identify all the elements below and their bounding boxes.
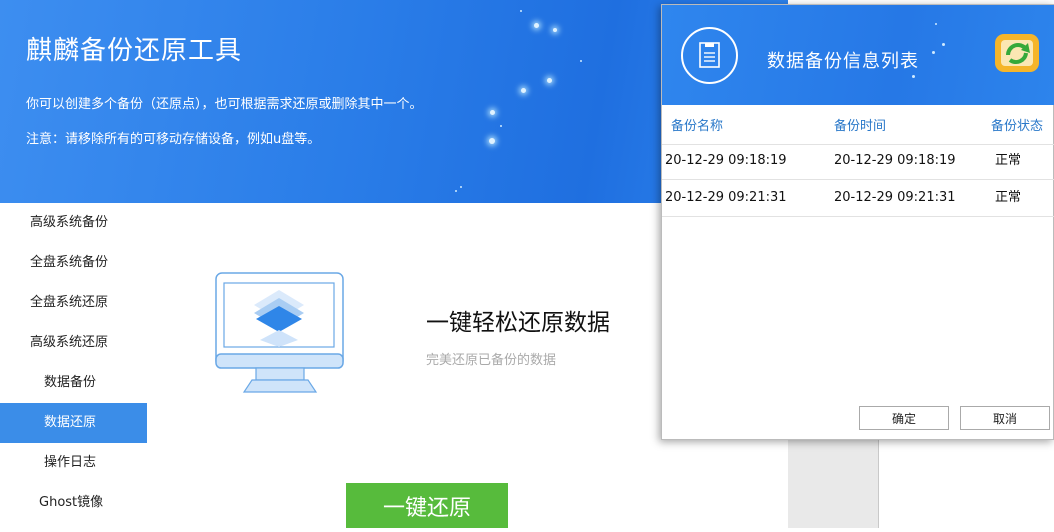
sparkle — [580, 60, 582, 62]
column-header-time: 备份时间 — [834, 119, 887, 134]
sidebar-item-ghost-image[interactable]: Ghost镜像 — [0, 483, 147, 523]
sparkle — [490, 110, 495, 115]
sparkle — [942, 43, 945, 46]
document-icon — [681, 27, 738, 84]
table-row[interactable]: 20-12-29 09:18:19 20-12-29 09:18:19 正常 — [662, 142, 1054, 180]
sparkle — [534, 23, 539, 28]
sidebar-item-full-restore[interactable]: 全盘系统还原 — [0, 283, 147, 323]
header-description: 你可以创建多个备份（还原点），也可根据需求还原或删除其中一个。 — [26, 97, 423, 112]
refresh-app-icon — [995, 34, 1039, 72]
monitor-layers-icon — [215, 272, 344, 393]
sidebar: 高级系统备份 全盘系统备份 全盘系统还原 高级系统还原 数据备份 数据还原 操作… — [0, 203, 147, 528]
backup-name-cell: 20-12-29 09:18:19 — [665, 153, 787, 168]
app-title: 麒麟备份还原工具 — [26, 36, 243, 66]
sparkle — [500, 125, 502, 127]
backup-list-dialog: 数据备份信息列表 备份名称 备份时间 备份状态 20-12-29 09:18:1… — [661, 4, 1054, 440]
sidebar-item-advanced-backup[interactable]: 高级系统备份 — [0, 203, 147, 243]
sparkle — [489, 138, 495, 144]
sparkle — [553, 28, 557, 32]
header-note: 注意：请移除所有的可移动存储设备，例如u盘等。 — [26, 132, 321, 147]
sparkle — [460, 186, 462, 188]
sparkle — [520, 10, 522, 12]
sparkle — [547, 78, 552, 83]
background-panel — [788, 438, 879, 528]
sparkle — [521, 88, 526, 93]
sparkle — [932, 51, 935, 54]
sidebar-item-data-backup[interactable]: 数据备份 — [0, 363, 147, 403]
hero-subtitle: 完美还原已备份的数据 — [426, 353, 557, 368]
sidebar-item-full-backup[interactable]: 全盘系统备份 — [0, 243, 147, 283]
column-header-status: 备份状态 — [991, 119, 1044, 134]
hero-title: 一键轻松还原数据 — [426, 310, 610, 336]
sparkle — [455, 190, 457, 192]
one-click-restore-button[interactable]: 一键还原 — [346, 483, 508, 528]
sparkle — [935, 23, 937, 25]
backup-name-cell: 20-12-29 09:21:31 — [665, 190, 787, 205]
backup-status-cell: 正常 — [995, 190, 1022, 205]
backup-time-cell: 20-12-29 09:18:19 — [834, 153, 956, 168]
dialog-title: 数据备份信息列表 — [767, 51, 919, 72]
sparkle — [912, 75, 915, 78]
backup-status-cell: 正常 — [995, 153, 1022, 168]
ok-button[interactable]: 确定 — [859, 406, 949, 430]
table-row[interactable]: 20-12-29 09:21:31 20-12-29 09:21:31 正常 — [662, 179, 1054, 217]
sidebar-item-data-restore[interactable]: 数据还原 — [0, 403, 147, 443]
column-header-name: 备份名称 — [671, 119, 724, 134]
sidebar-item-operation-log[interactable]: 操作日志 — [0, 443, 147, 483]
sidebar-item-advanced-restore[interactable]: 高级系统还原 — [0, 323, 147, 363]
cancel-button[interactable]: 取消 — [960, 406, 1050, 430]
divider — [878, 438, 879, 528]
dialog-header: 数据备份信息列表 — [662, 5, 1054, 105]
backup-time-cell: 20-12-29 09:21:31 — [834, 190, 956, 205]
